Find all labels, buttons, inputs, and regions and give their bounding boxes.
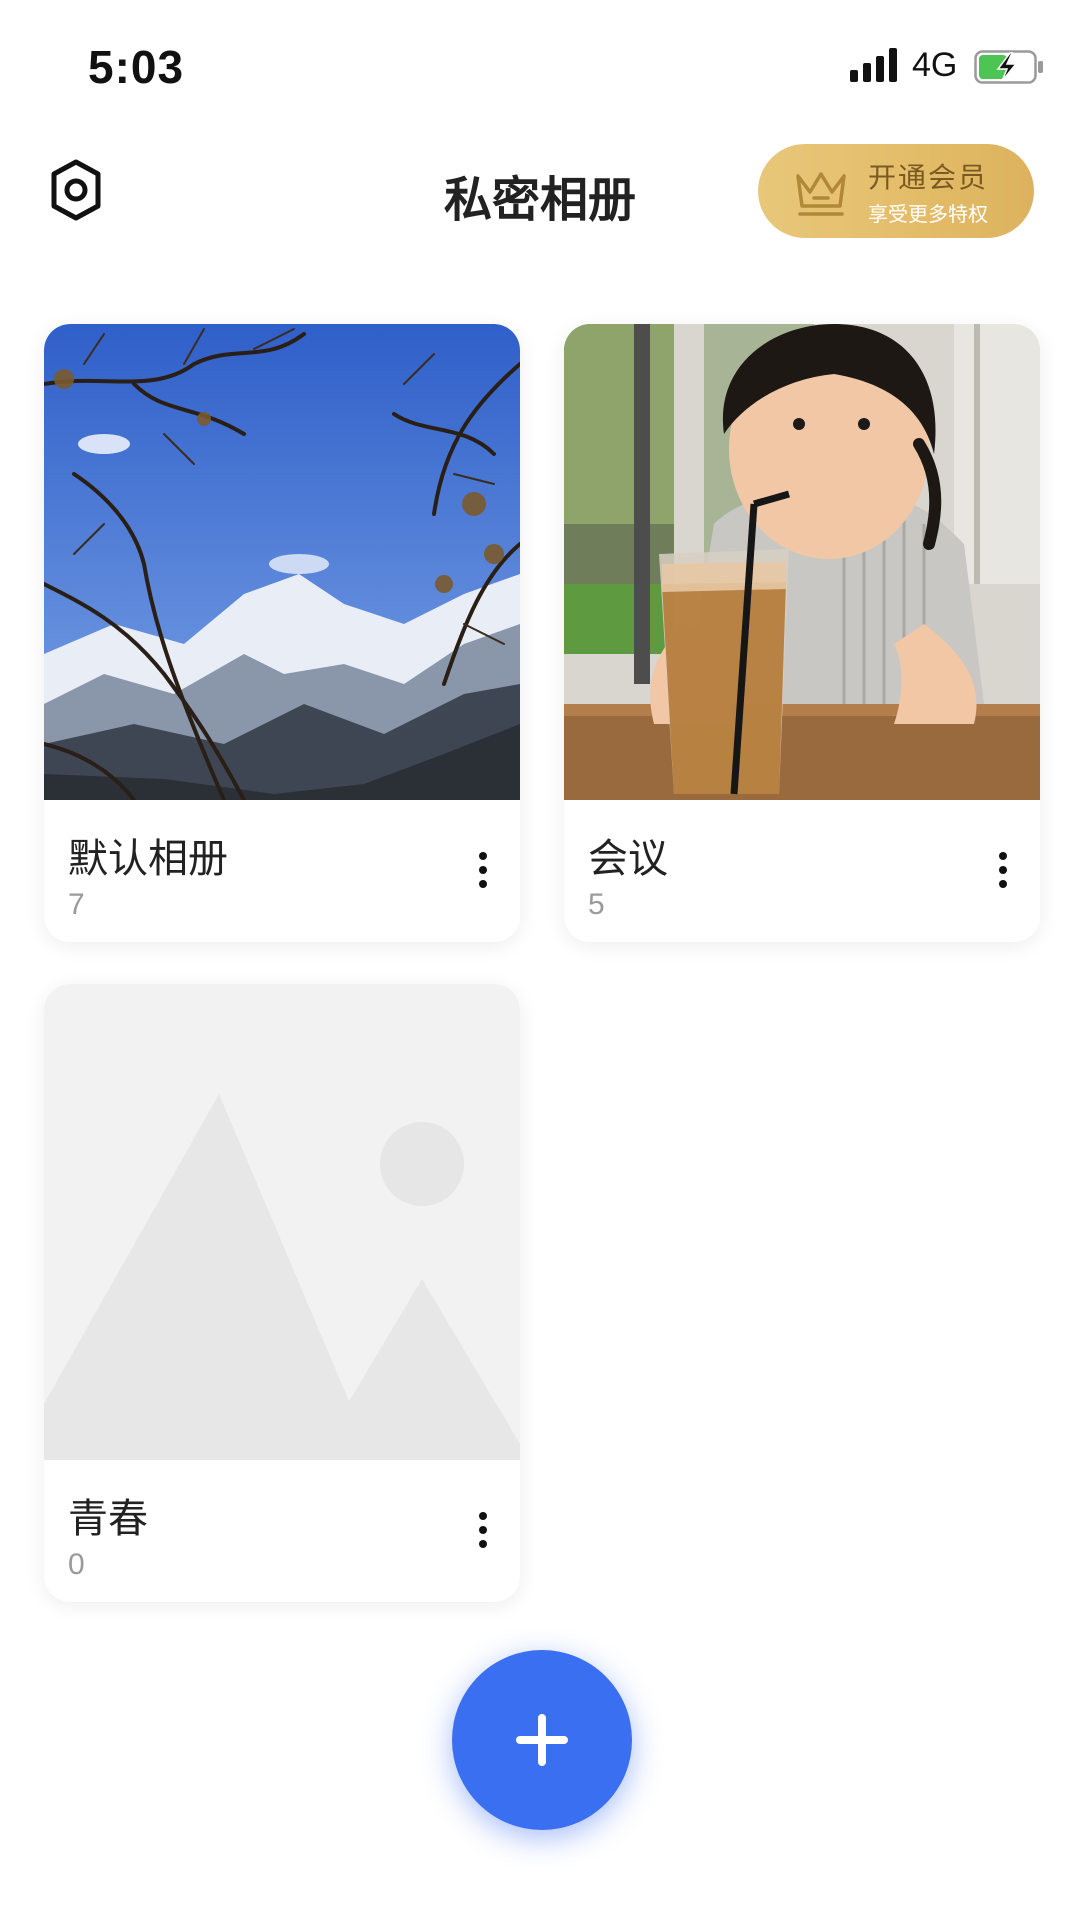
child-drinking-photo: [564, 324, 1040, 800]
signal-icon: [850, 48, 897, 82]
more-options-icon[interactable]: [468, 848, 498, 898]
album-name: 青春: [68, 1496, 148, 1542]
vip-title: 开通会员: [868, 161, 989, 194]
add-album-button[interactable]: [452, 1650, 632, 1830]
album-name: 默认相册: [68, 836, 228, 882]
header: 私密相册 开通会员 享受更多特权: [0, 130, 1080, 250]
snowy-mountain-photo: [44, 324, 520, 800]
more-options-icon[interactable]: [988, 848, 1018, 898]
vip-subtitle: 享受更多特权: [868, 202, 988, 226]
placeholder-image-icon: [44, 984, 520, 1460]
album-card[interactable]: 青春 0: [44, 984, 520, 1602]
plus-icon: [516, 1714, 568, 1766]
album-count: 5: [588, 888, 605, 921]
status-time: 5:03: [88, 41, 185, 93]
album-info: 青春 0: [44, 1460, 520, 1602]
album-card[interactable]: 会议 5: [564, 324, 1040, 942]
album-card[interactable]: 默认相册 7: [44, 324, 520, 942]
gear-icon[interactable]: [44, 158, 108, 222]
album-count: 0: [68, 1548, 85, 1581]
album-name: 会议: [588, 836, 668, 882]
page-title: 私密相册: [443, 172, 636, 228]
private-album-screen: 5:03 4G 私密相册 开通会员 享受更多特权 默认相册 7 会议 5 青春 …: [0, 0, 1080, 1920]
album-info: 默认相册 7: [44, 800, 520, 942]
more-options-icon[interactable]: [468, 1508, 498, 1558]
battery-charging-icon: [974, 50, 1043, 84]
album-count: 7: [68, 888, 85, 921]
crown-icon: [796, 172, 846, 216]
network-type: 4G: [912, 46, 958, 84]
vip-membership-button[interactable]: 开通会员 享受更多特权: [758, 144, 1034, 238]
album-info: 会议 5: [564, 800, 1040, 942]
status-bar: 5:03 4G: [0, 0, 1080, 130]
